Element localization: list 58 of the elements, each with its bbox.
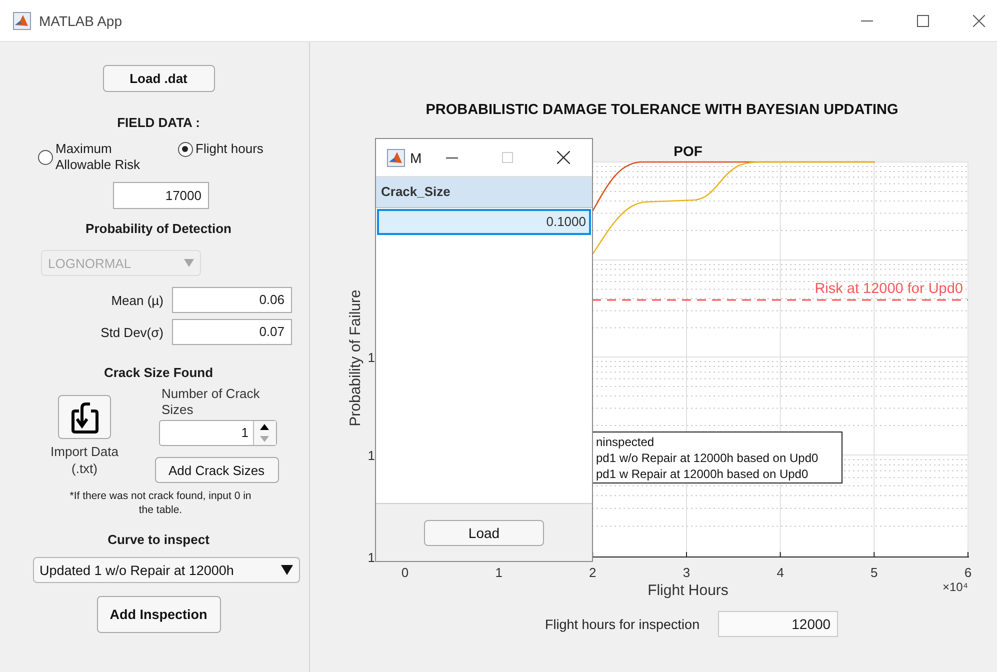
caret-icon	[280, 565, 292, 575]
maximize-icon	[502, 152, 513, 163]
import-button[interactable]	[58, 395, 111, 439]
column-header[interactable]: Crack_Size	[376, 177, 592, 208]
section-heading: Crack Size Found	[104, 365, 214, 380]
legend-entry: ninspected	[596, 435, 654, 449]
x-tick-label: 3	[682, 565, 690, 580]
close-icon[interactable]	[556, 151, 570, 164]
radio-label: Flight hours	[196, 141, 264, 157]
load-button[interactable]: Load	[424, 520, 544, 546]
import-icon	[70, 400, 100, 434]
app-icon	[13, 12, 31, 30]
section-heading: FIELD DATA :	[117, 115, 200, 130]
note-text: *If there was not crack found, input 0 in the table.	[68, 489, 252, 517]
dropdown[interactable]: Updated 1 w/o Repair at 12000h	[32, 557, 300, 583]
app-icon	[387, 148, 405, 166]
y-tick-label: 1	[368, 550, 375, 565]
radio-label: Maximum Allowable Risk	[56, 141, 142, 173]
field-label: Flight hours for inspection	[545, 616, 700, 632]
input-field[interactable]: 12000	[718, 611, 838, 637]
chart-title: PROBABILISTIC DAMAGE TOLERANCE WITH BAYESIAN UPDATING	[426, 102, 898, 118]
x-axis-label: Flight Hours	[648, 582, 728, 599]
x-tick-label: 6	[964, 565, 972, 580]
table-cell[interactable]: 0.1000	[377, 209, 591, 235]
load-button[interactable]: Load .dat	[102, 65, 214, 92]
input-field[interactable]: 17000	[112, 182, 208, 209]
axis-multiplier: ×10⁴	[942, 580, 968, 594]
window-title: MATLAB App	[39, 12, 122, 28]
x-tick-label: 5	[870, 565, 878, 580]
window-title: M	[410, 150, 422, 166]
y-axis-label: Probability of Failure	[347, 290, 364, 426]
radio-button[interactable]	[178, 142, 192, 156]
x-tick-label: 1	[495, 565, 502, 580]
add-inspection-button[interactable]: Add Inspection	[96, 596, 220, 633]
input-field[interactable]: 0.07	[172, 319, 292, 345]
input-field[interactable]: 0.06	[172, 287, 292, 313]
x-tick-label: 0	[401, 565, 409, 580]
field-label: Std Dev(σ)	[100, 324, 164, 340]
legend-entry: pd1 w/o Repair at 12000h based on Upd0	[596, 451, 818, 465]
plot-title: POF	[674, 143, 702, 159]
section-heading: Probability of Detection	[86, 221, 232, 236]
y-tick-label: 1	[368, 448, 375, 463]
close-icon[interactable]	[973, 14, 985, 26]
x-tick-label: 2	[589, 565, 596, 580]
x-tick-label: 4	[776, 565, 784, 580]
add-crack-sizes-button[interactable]: Add Crack Sizes	[154, 457, 278, 483]
maximize-icon[interactable]	[917, 14, 929, 26]
up-arrow-icon[interactable]	[260, 424, 269, 430]
section-heading: Curve to inspect	[108, 532, 210, 547]
caret-icon	[184, 259, 194, 267]
import-label: Import Data (.txt)	[50, 443, 120, 477]
field-label: Number of Crack Sizes	[162, 386, 261, 418]
number-spinner[interactable]: 1	[158, 420, 276, 446]
radio-button[interactable]	[38, 150, 52, 164]
risk-label: Risk at 12000 for Upd0	[814, 281, 963, 297]
y-tick-label: 1	[368, 350, 375, 365]
field-label: Mean (µ)	[110, 292, 164, 308]
legend-entry: pd1 w Repair at 12000h based on Upd0	[596, 467, 808, 481]
